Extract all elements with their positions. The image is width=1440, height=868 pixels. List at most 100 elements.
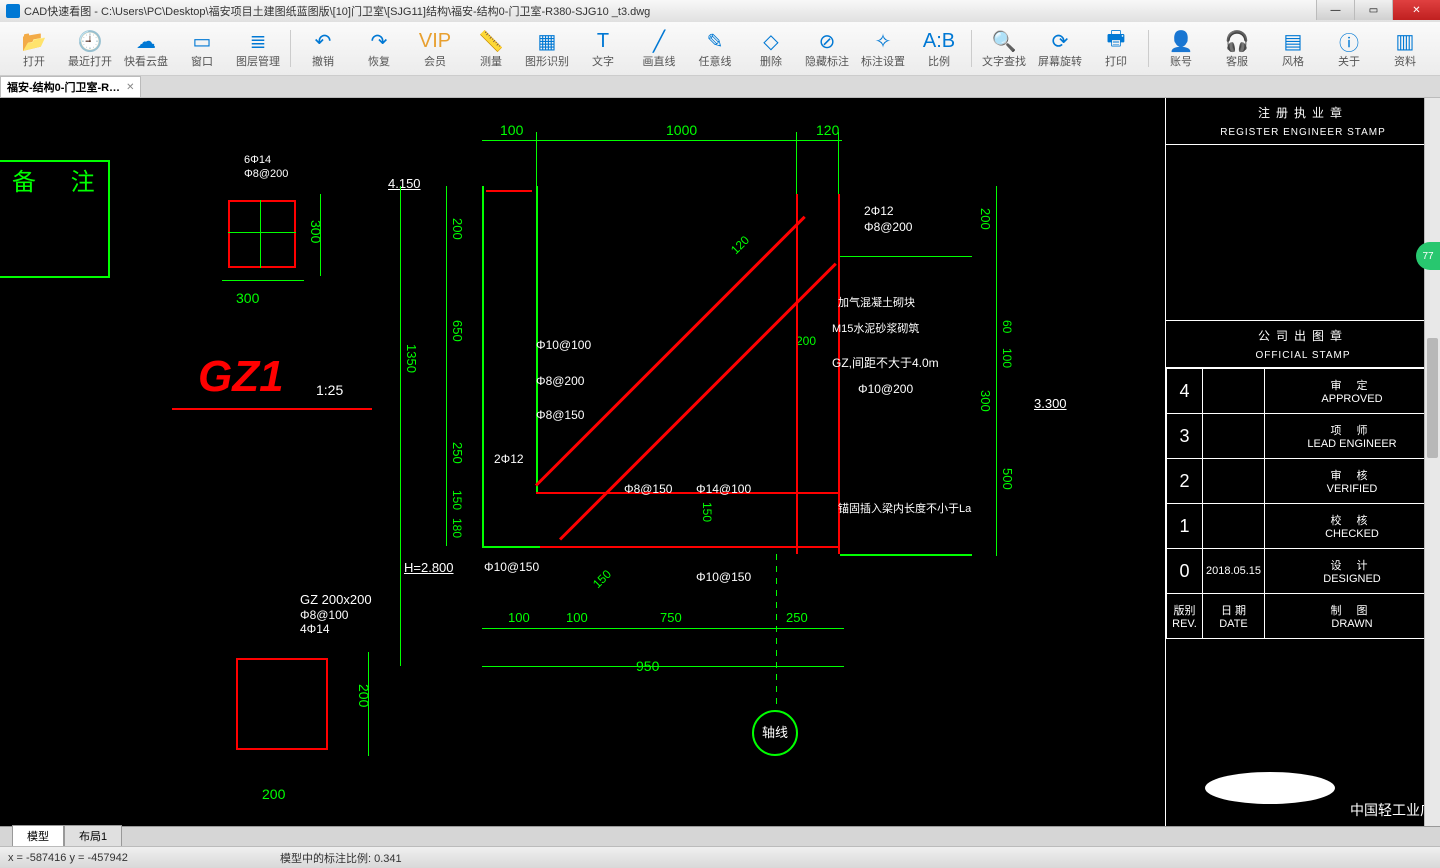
scale-icon: A:B [923, 29, 955, 53]
scale-readout: 模型中的标注比例: 0.341 [280, 850, 402, 866]
print-button[interactable]: 🖶打印 [1088, 24, 1144, 74]
recent-button[interactable]: 🕘最近打开 [62, 24, 118, 74]
redo-label: 恢复 [368, 53, 390, 69]
redo-button[interactable]: ↷恢复 [351, 24, 407, 74]
mdim1: 200 [796, 334, 816, 348]
ldim0: 200 [450, 218, 465, 240]
close-button[interactable]: ✕ [1392, 0, 1440, 20]
anyline-button[interactable]: ✎任意线 [687, 24, 743, 74]
cloud-button[interactable]: ☁快看云盘 [118, 24, 174, 74]
drawing-canvas[interactable]: 备 注 GZ1 1:25 6Φ14 Φ8@200 300 300 GZ 200x… [0, 98, 1440, 826]
service-icon: 🎧 [1225, 29, 1250, 53]
layout1-tab[interactable]: 布局1 [64, 825, 122, 846]
status-bar: x = -587416 y = -457942 模型中的标注比例: 0.341 [0, 846, 1440, 868]
company-name: 中国轻工业广 [1350, 800, 1434, 820]
file-tab-strip: 福安-结构0-门卫室-R… ✕ [0, 76, 1440, 98]
window-icon: ▭ [193, 29, 212, 53]
rb1: Φ8@200 [536, 374, 584, 388]
shape-rec-label: 图形识别 [525, 53, 569, 69]
style-label: 风格 [1282, 53, 1304, 69]
account-label: 账号 [1170, 53, 1192, 69]
layers-icon: ≣ [250, 29, 267, 53]
measure-button[interactable]: 📏测量 [463, 24, 519, 74]
window-controls: — ▭ ✕ [1316, 0, 1440, 20]
gz2-label: GZ 200x200 [300, 592, 372, 607]
line-icon: ╱ [653, 29, 665, 53]
dim-set-icon: ✧ [875, 29, 892, 53]
shape-rec-button[interactable]: ▦图形识别 [519, 24, 575, 74]
data-button[interactable]: ▥资料 [1377, 24, 1433, 74]
text-button[interactable]: T文字 [575, 24, 631, 74]
reg-stamp-cn: 注册执业章 [1166, 98, 1440, 127]
float-badge[interactable]: 77 [1416, 242, 1440, 270]
level-bot: H=2.800 [404, 560, 454, 575]
ldim3: 250 [450, 442, 465, 464]
data-icon: ▥ [1396, 29, 1415, 53]
off-stamp-cn: 公司出图章 [1166, 321, 1440, 350]
layers-button[interactable]: ≣图层管理 [230, 24, 286, 74]
print-icon: 🖶 [1107, 29, 1126, 53]
rdim1: 60 [1000, 320, 1014, 333]
undo-label: 撤销 [312, 53, 334, 69]
gz2-h: 200 [356, 684, 372, 707]
dim-set-button[interactable]: ✧标注设置 [855, 24, 911, 74]
tdim0: 100 [500, 122, 523, 138]
find-text-button[interactable]: 🔍文字查找 [976, 24, 1032, 74]
close-tab-icon[interactable]: ✕ [126, 82, 134, 93]
rotate-label: 屏幕旋转 [1038, 53, 1082, 69]
vertical-scrollbar[interactable] [1424, 98, 1440, 826]
tdim1: 1000 [666, 122, 697, 138]
layers-label: 图层管理 [236, 53, 280, 69]
rb10: Φ10@200 [858, 382, 913, 396]
delete-icon: ◇ [763, 29, 778, 53]
rb5: Φ14@100 [696, 482, 751, 496]
level-top: 4.150 [388, 176, 421, 191]
gz2-w: 200 [262, 786, 285, 802]
ldim5: 180 [450, 518, 464, 538]
measure-icon: 📏 [479, 29, 504, 53]
anyline-icon: ✎ [707, 29, 724, 53]
vip-icon: VIP [419, 29, 451, 53]
about-button[interactable]: ⓘ关于 [1321, 24, 1377, 74]
maximize-button[interactable]: ▭ [1354, 0, 1392, 20]
file-tab[interactable]: 福安-结构0-门卫室-R… ✕ [0, 76, 141, 97]
hide-dim-button[interactable]: ⊘隐藏标注 [799, 24, 855, 74]
level-right: 3.300 [1034, 396, 1067, 411]
note2: GZ,间距不大于4.0m [832, 354, 939, 371]
rb8: 2Φ12 [864, 204, 894, 218]
gz1-rebar2: Φ8@200 [244, 168, 288, 180]
about-label: 关于 [1338, 53, 1360, 69]
style-button[interactable]: ▤风格 [1265, 24, 1321, 74]
gz2-rebar0: Φ8@100 [300, 608, 348, 622]
account-button[interactable]: 👤账号 [1153, 24, 1209, 74]
scale-button[interactable]: A:B比例 [911, 24, 967, 74]
minimize-button[interactable]: — [1316, 0, 1354, 20]
note1: M15水泥砂浆砌筑 [832, 320, 919, 336]
bdim0: 100 [508, 610, 530, 625]
window-button[interactable]: ▭窗口 [174, 24, 230, 74]
text-icon: T [597, 29, 609, 53]
delete-button[interactable]: ◇删除 [743, 24, 799, 74]
note0: 加气混凝土砌块 [838, 294, 915, 310]
vip-button[interactable]: VIP会员 [407, 24, 463, 74]
rb2: Φ8@150 [536, 408, 584, 422]
undo-button[interactable]: ↶撤销 [295, 24, 351, 74]
model-tab[interactable]: 模型 [12, 825, 64, 846]
bdim2: 750 [660, 610, 682, 625]
window-title: CAD快速看图 - C:\Users\PC\Desktop\福安项目土建图纸蓝图… [24, 3, 650, 19]
service-button[interactable]: 🎧客服 [1209, 24, 1265, 74]
dim-set-label: 标注设置 [861, 53, 905, 69]
file-tab-label: 福安-结构0-门卫室-R… [7, 79, 120, 95]
style-icon: ▤ [1284, 29, 1303, 53]
note3: 锚固插入梁内长度不小于La [838, 500, 971, 516]
open-button[interactable]: 📂打开 [6, 24, 62, 74]
gz1-w: 300 [236, 290, 259, 306]
rb3: 2Φ12 [494, 452, 524, 466]
bdim1: 100 [566, 610, 588, 625]
scale-label: 比例 [928, 53, 950, 69]
line-button[interactable]: ╱画直线 [631, 24, 687, 74]
beizhu-label: 备 注 [12, 162, 109, 197]
rotate-button[interactable]: ⟳屏幕旋转 [1032, 24, 1088, 74]
rdim4: 500 [1000, 468, 1015, 490]
hide-dim-icon: ⊘ [819, 29, 836, 53]
